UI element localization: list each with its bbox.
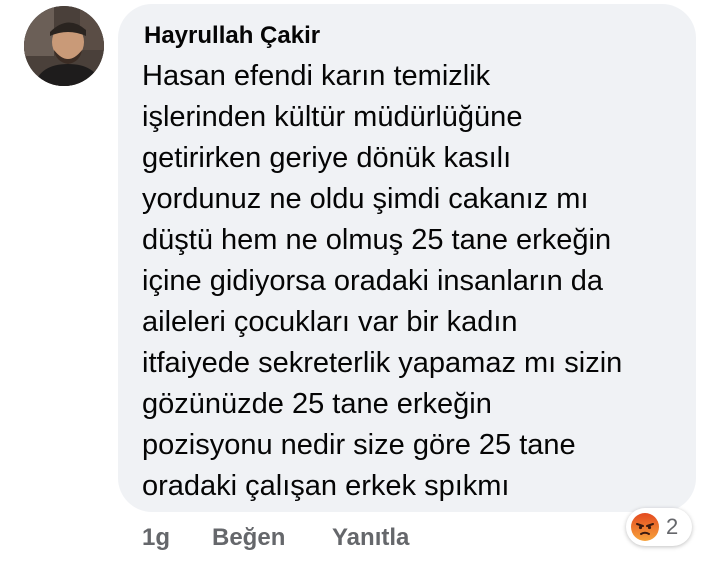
like-button[interactable]: Beğen — [212, 520, 285, 556]
reaction-summary[interactable]: 2 — [626, 508, 692, 546]
avatar[interactable] — [24, 6, 104, 86]
comment-text-line: getirirken geriye dönük kasılı — [142, 142, 512, 174]
comment-author[interactable]: Hayrullah Çakir — [144, 20, 320, 52]
comment-text-line: gözünüzde 25 tane erkeğin — [142, 388, 492, 420]
comment-text-line: aileleri çocukları var bir kadın — [142, 306, 518, 338]
comment-text-line: işlerinden kültür müdürlüğüne — [142, 101, 523, 133]
comment-timestamp[interactable]: 1g — [142, 520, 170, 556]
reaction-count: 2 — [666, 514, 679, 539]
comment-text-line: içine gidiyorsa oradaki insanların da — [142, 265, 604, 297]
comment-text-line: yordunuz ne oldu şimdi cakanız mı — [142, 183, 589, 215]
comment-text-line: itfaiyede sekreterlik yapamaz mı sizin — [142, 347, 623, 379]
comment-text-line: oradaki çalışan erkek spıkmı — [142, 470, 510, 502]
comment-text-line: Hasan efendi karın temizlik — [142, 60, 491, 92]
profile-photo-icon — [24, 6, 104, 86]
reply-button[interactable]: Yanıtla — [332, 520, 409, 556]
angry-reaction-icon — [631, 513, 659, 541]
comment-text-line: pozisyonu nedir size göre 25 tane — [142, 429, 576, 461]
comment-text-line: düştü hem ne olmuş 25 tane erkeğin — [142, 224, 612, 256]
